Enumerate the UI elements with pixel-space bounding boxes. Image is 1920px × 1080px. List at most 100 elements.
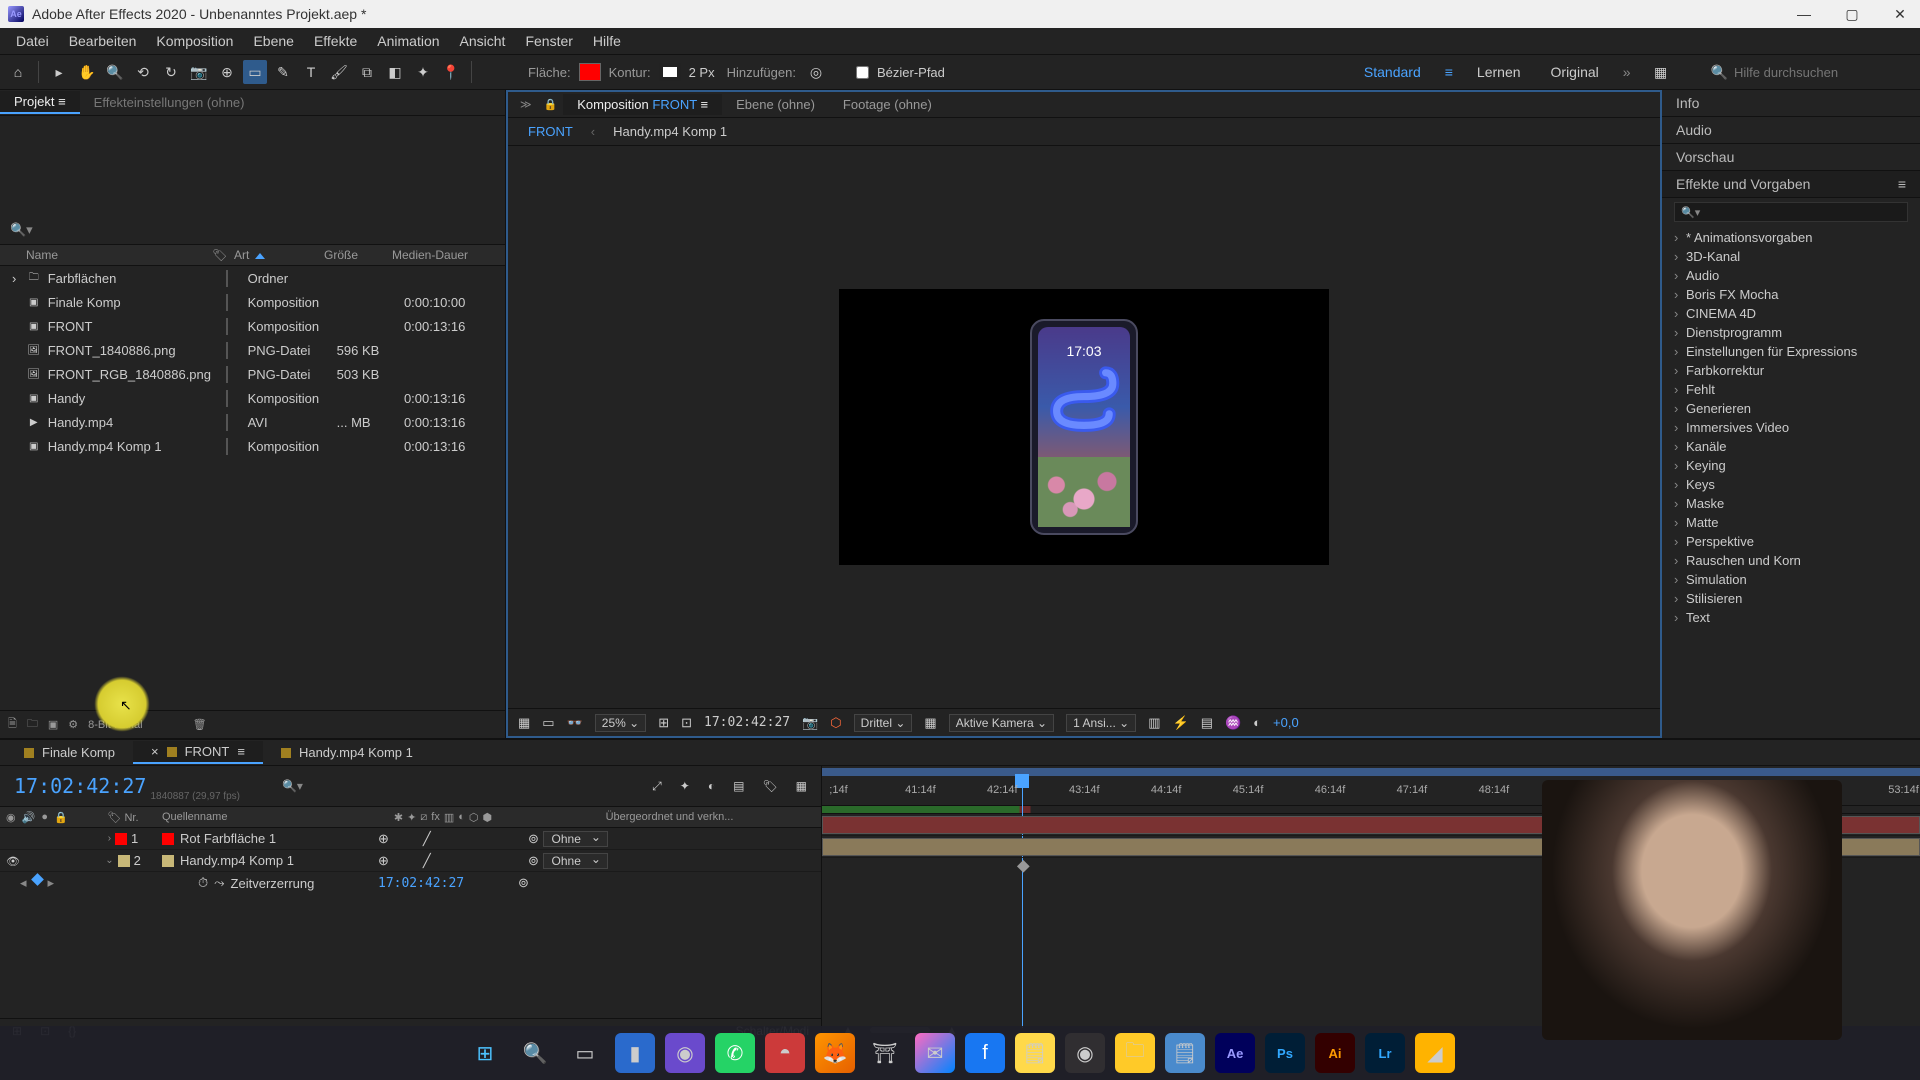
new-comp-icon[interactable]: ▣ bbox=[48, 718, 58, 731]
views-dropdown[interactable]: 1 Ansi... ⌄ bbox=[1066, 714, 1136, 732]
effects-tree-node[interactable]: Audio bbox=[1670, 266, 1912, 285]
snapshot-icon[interactable]: 📷 bbox=[802, 715, 818, 731]
col-type[interactable]: Art bbox=[234, 248, 324, 262]
visibility-toggle-icon[interactable] bbox=[6, 853, 20, 868]
effects-tree-node[interactable]: Dienstprogramm bbox=[1670, 323, 1912, 342]
project-row[interactable]: ▣FRONTKomposition0:00:13:16 bbox=[0, 314, 505, 338]
flow-icon[interactable]: ≫ bbox=[514, 98, 538, 111]
effects-tree-node[interactable]: Farbkorrektur bbox=[1670, 361, 1912, 380]
anchor-tool-icon[interactable]: ⊕ bbox=[215, 60, 239, 84]
effects-tree-node[interactable]: CINEMA 4D bbox=[1670, 304, 1912, 323]
project-row[interactable]: ▣Handy.mp4 Komp 1Komposition0:00:13:16 bbox=[0, 434, 505, 458]
timeline-search-icon[interactable]: 🔍▾ bbox=[282, 779, 303, 793]
app-4-icon[interactable]: ⛩ bbox=[865, 1033, 905, 1073]
clone-tool-icon[interactable]: ⧉ bbox=[355, 60, 379, 84]
timeline-tab-finale[interactable]: Finale Komp bbox=[6, 742, 133, 763]
workspace-overflow-icon[interactable]: ▦ bbox=[1649, 60, 1673, 84]
col-name[interactable]: Name bbox=[12, 248, 212, 262]
shy-icon[interactable]: ⤢ bbox=[652, 779, 662, 794]
menu-view[interactable]: Ansicht bbox=[450, 30, 516, 52]
panel-effects-presets[interactable]: Effekte und Vorgaben≡ bbox=[1662, 171, 1920, 198]
effects-tree-node[interactable]: Boris FX Mocha bbox=[1670, 285, 1912, 304]
hand-tool-icon[interactable]: ✋ bbox=[75, 60, 99, 84]
project-row[interactable]: ▣HandyKomposition0:00:13:16 bbox=[0, 386, 505, 410]
effects-tree-node[interactable]: Einstellungen für Expressions bbox=[1670, 342, 1912, 361]
effects-tree-node[interactable]: Keying bbox=[1670, 456, 1912, 475]
after-effects-icon[interactable]: Ae bbox=[1215, 1033, 1255, 1073]
maximize-button[interactable]: ▢ bbox=[1840, 2, 1864, 26]
trash-icon[interactable]: 🗑 bbox=[193, 718, 207, 731]
menu-window[interactable]: Fenster bbox=[515, 30, 582, 52]
col-size[interactable]: Größe bbox=[324, 248, 392, 262]
timecode-icon[interactable]: ⊡ bbox=[681, 715, 692, 731]
graph-editor-icon[interactable]: ▤ bbox=[733, 779, 744, 793]
viewer-canvas[interactable]: 17:03 bbox=[839, 289, 1329, 565]
app-5-icon[interactable]: ◢ bbox=[1415, 1033, 1455, 1073]
app-2-icon[interactable]: ◉ bbox=[665, 1033, 705, 1073]
project-list[interactable]: ›🗀FarbflächenOrdner▣Finale KompKompositi… bbox=[0, 266, 505, 710]
effects-tree-node[interactable]: 3D-Kanal bbox=[1670, 247, 1912, 266]
puppet-tool-icon[interactable]: 📍 bbox=[439, 60, 463, 84]
reset-exposure-icon[interactable]: ◐ bbox=[1253, 715, 1261, 730]
app-3-icon[interactable]: ◓ bbox=[765, 1033, 805, 1073]
effects-tree-node[interactable]: Immersives Video bbox=[1670, 418, 1912, 437]
breadcrumb-next[interactable]: Handy.mp4 Komp 1 bbox=[613, 124, 727, 139]
breadcrumb-active[interactable]: FRONT bbox=[528, 124, 573, 139]
menu-effects[interactable]: Effekte bbox=[304, 30, 367, 52]
start-icon[interactable]: ⊞ bbox=[465, 1033, 505, 1073]
property-value[interactable]: 17:02:42:27 bbox=[368, 876, 518, 891]
camera-tool-icon[interactable]: 📷 bbox=[187, 60, 211, 84]
notes-icon[interactable]: 🗒 bbox=[1015, 1033, 1055, 1073]
project-column-headers[interactable]: Name 🏷 Art Größe Medien-Dauer bbox=[0, 244, 505, 266]
menu-animation[interactable]: Animation bbox=[367, 30, 449, 52]
toggle-mask-icon[interactable]: ▭ bbox=[542, 715, 554, 731]
stopwatch-icon[interactable]: ⏱ bbox=[198, 875, 208, 891]
timeline-tab-front[interactable]: ×FRONT≡ bbox=[133, 741, 263, 764]
keyframe-diamond-icon[interactable] bbox=[31, 873, 44, 886]
zoom-dropdown[interactable]: 25% ⌄ bbox=[595, 714, 646, 732]
panel-audio[interactable]: Audio bbox=[1662, 117, 1920, 144]
parent-dropdown[interactable]: Ohne bbox=[543, 853, 608, 869]
add-target-icon[interactable]: ◎ bbox=[804, 60, 828, 84]
pen-tool-icon[interactable]: ✎ bbox=[271, 60, 295, 84]
show-channel-icon[interactable]: ⬡ bbox=[830, 715, 841, 731]
project-row[interactable]: 🖼FRONT_RGB_1840886.pngPNG-Datei503 KB bbox=[0, 362, 505, 386]
comp-tab-footage[interactable]: Footage (ohne) bbox=[829, 94, 946, 115]
layer-row-1[interactable]: ›1 Rot Farbfläche 1 ⊕╱ ⊚ Ohne bbox=[0, 828, 821, 850]
tab-effect-controls[interactable]: Effekteinstellungen (ohne) bbox=[80, 92, 259, 113]
work-area-bar[interactable] bbox=[822, 768, 1920, 776]
effects-tree-node[interactable]: Kanäle bbox=[1670, 437, 1912, 456]
messenger-icon[interactable]: ✉ bbox=[915, 1033, 955, 1073]
render-icon[interactable]: ▦ bbox=[796, 779, 807, 793]
menu-file[interactable]: Datei bbox=[6, 30, 59, 52]
illustrator-icon[interactable]: Ai bbox=[1315, 1033, 1355, 1073]
roto-tool-icon[interactable]: ✦ bbox=[411, 60, 435, 84]
parent-dropdown[interactable]: Ohne bbox=[543, 831, 608, 847]
layer-row-2[interactable]: ⌄2 Handy.mp4 Komp 1 ⊕╱ ⊚ Ohne bbox=[0, 850, 821, 872]
exposure-value[interactable]: +0,0 bbox=[1273, 715, 1299, 730]
brush-tool-icon[interactable]: 🖌 bbox=[327, 60, 351, 84]
timeline-timecode[interactable]: 17:02:42:27 bbox=[14, 774, 146, 798]
stroke-swatch[interactable] bbox=[659, 63, 681, 81]
lightroom-icon[interactable]: Lr bbox=[1365, 1033, 1405, 1073]
transparency-grid-icon[interactable]: ▦ bbox=[924, 715, 936, 731]
minimize-button[interactable]: — bbox=[1792, 2, 1816, 26]
lock-icon[interactable]: 🔒 bbox=[538, 98, 564, 111]
col-label-icon[interactable]: 🏷 bbox=[212, 248, 234, 262]
effects-tree-node[interactable]: Simulation bbox=[1670, 570, 1912, 589]
effects-tree-node[interactable]: Maske bbox=[1670, 494, 1912, 513]
photoshop-icon[interactable]: Ps bbox=[1265, 1033, 1305, 1073]
selection-tool-icon[interactable]: ▸ bbox=[47, 60, 71, 84]
zoom-tool-icon[interactable]: 🔍 bbox=[103, 60, 127, 84]
effects-tree-node[interactable]: Matte bbox=[1670, 513, 1912, 532]
workspace-standard[interactable]: Standard bbox=[1358, 60, 1427, 84]
col-duration[interactable]: Medien-Dauer bbox=[392, 248, 482, 262]
search-help-input[interactable] bbox=[1734, 65, 1914, 80]
editor-icon[interactable]: 🗒 bbox=[1165, 1033, 1205, 1073]
stroke-width[interactable]: 2 Px bbox=[685, 65, 719, 80]
firefox-icon[interactable]: 🦊 bbox=[815, 1033, 855, 1073]
prev-keyframe-icon[interactable]: ◂ bbox=[20, 875, 27, 891]
rotate-tool-icon[interactable]: ↻ bbox=[159, 60, 183, 84]
project-row[interactable]: 🖼FRONT_1840886.pngPNG-Datei596 KB bbox=[0, 338, 505, 362]
eraser-tool-icon[interactable]: ◧ bbox=[383, 60, 407, 84]
